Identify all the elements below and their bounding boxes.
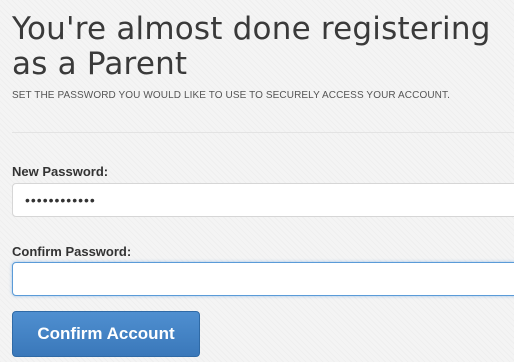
divider <box>12 132 514 133</box>
confirm-password-field[interactable] <box>12 262 514 296</box>
new-password-field[interactable] <box>12 183 514 217</box>
page-title: You're almost done registering as a Pare… <box>12 11 491 82</box>
page-subtitle: SET THE PASSWORD YOU WOULD LIKE TO USE T… <box>12 90 450 101</box>
new-password-label: New Password: <box>12 164 109 179</box>
confirm-account-button[interactable]: Confirm Account <box>12 311 200 357</box>
confirm-password-label: Confirm Password: <box>12 244 132 259</box>
